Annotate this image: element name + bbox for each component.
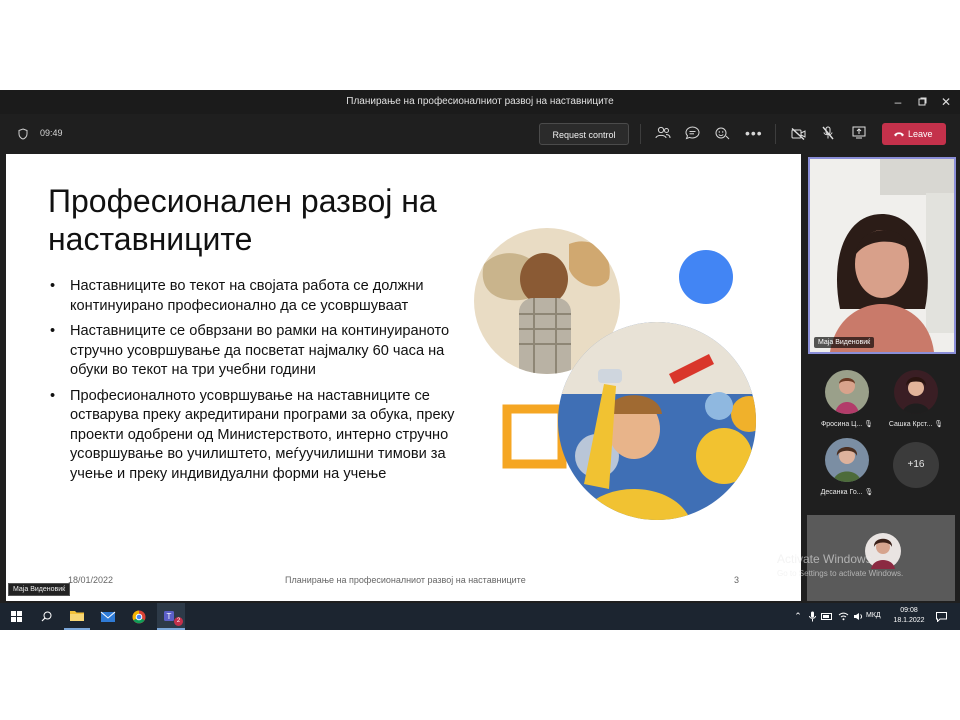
slide-footer-title: Планирање на професионалниот развој на н…	[285, 575, 526, 585]
more-participants-badge[interactable]: +16	[893, 442, 939, 488]
search-icon[interactable]	[34, 603, 58, 630]
toolbar-divider	[775, 124, 776, 144]
speaker-video	[810, 159, 954, 352]
participant-tile[interactable]: Сашка Крст... 🎙︎	[881, 370, 951, 428]
slide-bullet-list: Наставниците во текот на својата работа …	[50, 277, 470, 490]
taskbar-date: 18.1.2022	[893, 617, 925, 624]
participant-tile[interactable]: Десанка Го... 🎙︎	[812, 438, 882, 496]
request-control-button[interactable]: Request control	[539, 123, 629, 145]
presenter-name-label: Маја Виденовиќ	[8, 583, 71, 596]
shared-slide: Професионален развој на наставниците Нас…	[6, 154, 801, 601]
participant-name: Десанка Го...	[820, 489, 863, 496]
mic-muted-icon: 🎙︎	[864, 421, 874, 428]
taskbar-clock[interactable]: 09:08 18.1.2022	[890, 606, 928, 626]
svg-text:T: T	[167, 612, 172, 621]
input-language-indicator[interactable]: МКД	[866, 612, 881, 619]
slide-bullet: Наставниците се обврзани во рамки на кон…	[50, 322, 470, 381]
volume-icon[interactable]	[851, 603, 865, 630]
teams-meeting-window: Планирање на професионалниот развој на н…	[0, 90, 960, 630]
toolbar-divider	[640, 124, 641, 144]
avatar	[825, 438, 869, 482]
chevron-up-icon[interactable]: ⌃	[792, 603, 804, 630]
battery-icon[interactable]	[820, 603, 834, 630]
leave-button[interactable]: Leave	[882, 123, 946, 145]
taskbar-time: 09:08	[900, 607, 918, 614]
slide-title: Професионален развој на наставниците	[48, 183, 437, 257]
slide-illustration	[474, 228, 756, 520]
phone-hangup-icon	[894, 132, 904, 137]
avatar	[825, 370, 869, 414]
chrome-icon[interactable]	[126, 603, 152, 630]
window-title: Планирање на професионалниот развој на н…	[346, 96, 614, 107]
file-explorer-icon[interactable]	[64, 603, 90, 630]
wifi-icon[interactable]	[836, 603, 850, 630]
activate-windows-subtitle: Go to Settings to activate Windows.	[777, 569, 904, 578]
microphone-icon[interactable]	[806, 603, 818, 630]
shield-icon	[18, 127, 28, 145]
blue-dot-shape	[679, 250, 733, 304]
reactions-icon[interactable]	[715, 126, 730, 145]
speaker-video-tile[interactable]: Маја Виденовиќ	[808, 157, 956, 354]
meeting-timer: 09:49	[40, 128, 63, 138]
participant-tile[interactable]: Фросина Ц... 🎙︎	[812, 370, 882, 428]
windows-start-icon[interactable]	[4, 603, 28, 630]
chat-icon[interactable]	[685, 126, 700, 145]
speaker-name-label: Маја Виденовиќ	[814, 337, 875, 348]
orange-square-shape	[502, 404, 567, 469]
participants-panel: Маја Виденовиќ Фросина Ц... 🎙︎ Сашка Крс…	[801, 154, 960, 601]
mail-icon[interactable]	[95, 603, 121, 630]
mic-muted-icon: 🎙︎	[934, 421, 944, 428]
slide-footer-date: 18/01/2022	[68, 575, 114, 585]
participant-name: Сашка Крст...	[888, 421, 933, 428]
slide-bullet: Наставниците во текот на својата работа …	[50, 277, 470, 316]
mic-muted-icon: 🎙︎	[864, 489, 874, 496]
teams-notification-badge: 2	[174, 617, 183, 626]
share-screen-icon[interactable]	[852, 126, 866, 144]
camera-off-icon[interactable]	[791, 127, 807, 145]
avatar	[894, 370, 938, 414]
participants-icon[interactable]	[655, 126, 671, 145]
windows-taskbar: T 2 ⌃ МКД 09:08 18.1.2022	[0, 603, 960, 630]
close-icon[interactable]: ✕	[932, 90, 960, 114]
participant-name: Фросина Ц...	[820, 421, 863, 428]
leave-label: Leave	[908, 129, 933, 139]
slide-page-number: 3	[734, 575, 740, 585]
notification-center-icon[interactable]	[932, 603, 950, 630]
slide-bullet: Професионалното усовршување на наставниц…	[50, 387, 470, 485]
title-bar: Планирање на професионалниот развој на н…	[0, 90, 960, 114]
teams-icon[interactable]: T 2	[157, 603, 185, 630]
meeting-toolbar: 09:49 Request control ••• Leave	[0, 114, 960, 154]
more-options-icon[interactable]: •••	[745, 125, 763, 141]
activate-windows-title: Activate Windows	[777, 552, 872, 566]
mic-muted-icon[interactable]	[822, 126, 834, 145]
